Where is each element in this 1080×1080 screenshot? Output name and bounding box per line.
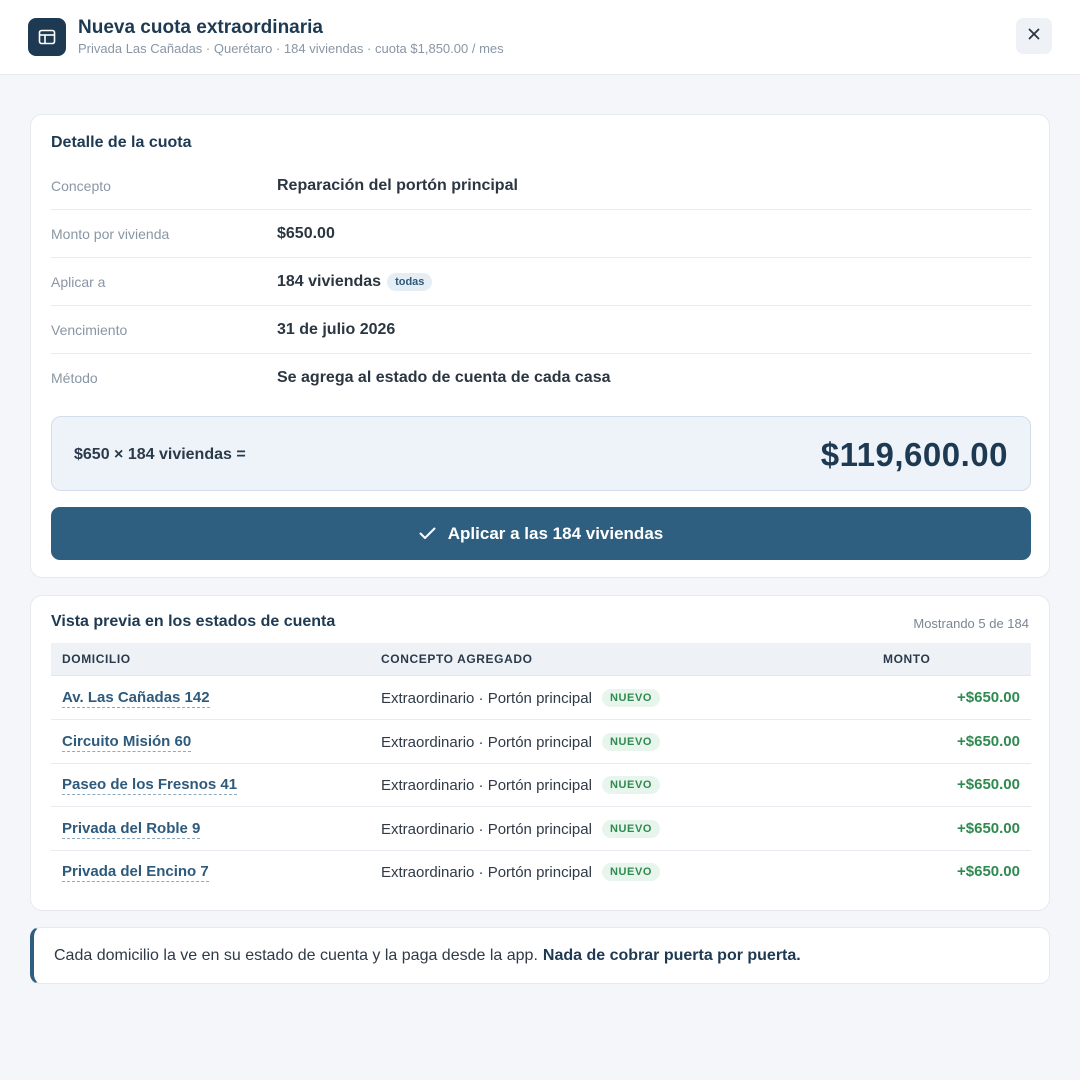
apply-to-value: 184 viviendas bbox=[277, 273, 382, 290]
detail-row-metodo: Método Se agrega al estado de cuenta de … bbox=[51, 354, 1031, 402]
address-link[interactable]: Paseo de los Fresnos 41 bbox=[62, 763, 238, 807]
info-note: Cada domicilio la ve en su estado de cue… bbox=[30, 927, 1050, 984]
column-header-concepto: CONCEPTO AGREGADO bbox=[381, 652, 533, 666]
page-title: Nueva cuota extraordinaria bbox=[78, 17, 323, 38]
table-row: Paseo de los Fresnos 41 Extraordinario ·… bbox=[51, 763, 1031, 807]
calc-total: $119,600.00 bbox=[820, 436, 1008, 473]
apply-button-label: Aplicar a las 184 viviendas bbox=[447, 523, 664, 543]
amount-cell: +$650.00 bbox=[957, 733, 1020, 750]
amount-cell: +$650.00 bbox=[957, 689, 1020, 706]
detail-card: Detalle de la cuota Concepto Reparación … bbox=[30, 114, 1050, 578]
detail-label: Monto por vivienda bbox=[51, 226, 170, 242]
concept-cell: Extraordinario · Portón principal NUEVO bbox=[381, 763, 661, 807]
new-badge: NUEVO bbox=[601, 776, 661, 794]
detail-label: Vencimiento bbox=[51, 322, 128, 338]
amount-cell: +$650.00 bbox=[957, 863, 1020, 880]
note-emphasis: Nada de cobrar puerta por puerta. bbox=[542, 946, 801, 964]
table-row: Circuito Misión 60 Extraordinario · Port… bbox=[51, 720, 1031, 764]
new-badge: NUEVO bbox=[601, 820, 661, 838]
detail-value: $650.00 bbox=[277, 210, 335, 258]
due-date-value: 31 de julio 2026 bbox=[277, 321, 396, 338]
detail-row-vencimiento: Vencimiento 31 de julio 2026 bbox=[51, 306, 1031, 354]
detail-row-concepto: Concepto Reparación del portón principal bbox=[51, 162, 1031, 210]
showing-count: Mostrando 5 de 184 bbox=[913, 616, 1029, 631]
table-icon bbox=[28, 18, 66, 56]
concept-cell: Extraordinario · Portón principal NUEVO bbox=[381, 676, 661, 720]
detail-value: Se agrega al estado de cuenta de cada ca… bbox=[277, 354, 611, 402]
detail-label: Aplicar a bbox=[51, 274, 106, 290]
table-row: Av. Las Cañadas 142 Extraordinario · Por… bbox=[51, 676, 1031, 720]
table-row: Privada del Encino 7 Extraordinario · Po… bbox=[51, 850, 1031, 894]
concept-cell: Extraordinario · Portón principal NUEVO bbox=[381, 850, 661, 894]
new-badge: NUEVO bbox=[601, 863, 661, 881]
column-header-domicilio: DOMICILIO bbox=[62, 652, 131, 666]
column-header-monto: MONTO bbox=[883, 652, 931, 666]
detail-row-monto: Monto por vivienda $650.00 bbox=[51, 210, 1031, 258]
concept-cell: Extraordinario · Portón principal NUEVO bbox=[381, 807, 661, 851]
address-link[interactable]: Circuito Misión 60 bbox=[62, 720, 192, 764]
new-badge: NUEVO bbox=[601, 733, 661, 751]
detail-value: Reparación del portón principal bbox=[277, 162, 518, 210]
table-row: Privada del Roble 9 Extraordinario · Por… bbox=[51, 807, 1031, 851]
all-badge: todas bbox=[387, 273, 433, 291]
detail-label: Método bbox=[51, 370, 98, 386]
check-icon bbox=[419, 527, 436, 539]
amount-cell: +$650.00 bbox=[957, 776, 1020, 793]
address-link[interactable]: Privada del Encino 7 bbox=[62, 850, 209, 894]
close-icon bbox=[1028, 27, 1040, 45]
detail-value: 184 viviendas todas bbox=[277, 258, 433, 306]
apply-button[interactable]: Aplicar a las 184 viviendas bbox=[51, 507, 1031, 560]
detail-card-title: Detalle de la cuota bbox=[51, 134, 192, 151]
preview-card-title: Vista previa en los estados de cuenta bbox=[51, 613, 336, 630]
concept-cell: Extraordinario · Portón principal NUEVO bbox=[381, 720, 661, 764]
total-calculation: $650 × 184 viviendas = $119,600.00 bbox=[51, 416, 1031, 491]
detail-value: 31 de julio 2026 bbox=[277, 306, 395, 354]
page-subtitle: Privada Las Cañadas · Querétaro · 184 vi… bbox=[78, 41, 504, 56]
new-badge: NUEVO bbox=[601, 689, 661, 707]
detail-row-aplicar: Aplicar a 184 viviendas todas bbox=[51, 258, 1031, 306]
calc-formula: $650 × 184 viviendas = bbox=[74, 446, 246, 463]
amount-cell: +$650.00 bbox=[957, 820, 1020, 837]
address-link[interactable]: Privada del Roble 9 bbox=[62, 807, 201, 851]
table-header: DOMICILIO CONCEPTO AGREGADO MONTO bbox=[51, 643, 1031, 676]
header: Nueva cuota extraordinaria Privada Las C… bbox=[0, 0, 1080, 75]
method-value: Se agrega al estado de cuenta de cada ca… bbox=[277, 369, 611, 386]
close-button[interactable] bbox=[1016, 18, 1052, 54]
preview-card: Vista previa en los estados de cuenta Mo… bbox=[30, 595, 1050, 911]
detail-label: Concepto bbox=[51, 178, 111, 194]
concept-value: Reparación del portón principal bbox=[277, 177, 518, 194]
amount-value: $650.00 bbox=[277, 225, 335, 242]
address-link[interactable]: Av. Las Cañadas 142 bbox=[62, 676, 210, 720]
note-text: Cada domicilio la ve en su estado de cue… bbox=[54, 946, 538, 964]
